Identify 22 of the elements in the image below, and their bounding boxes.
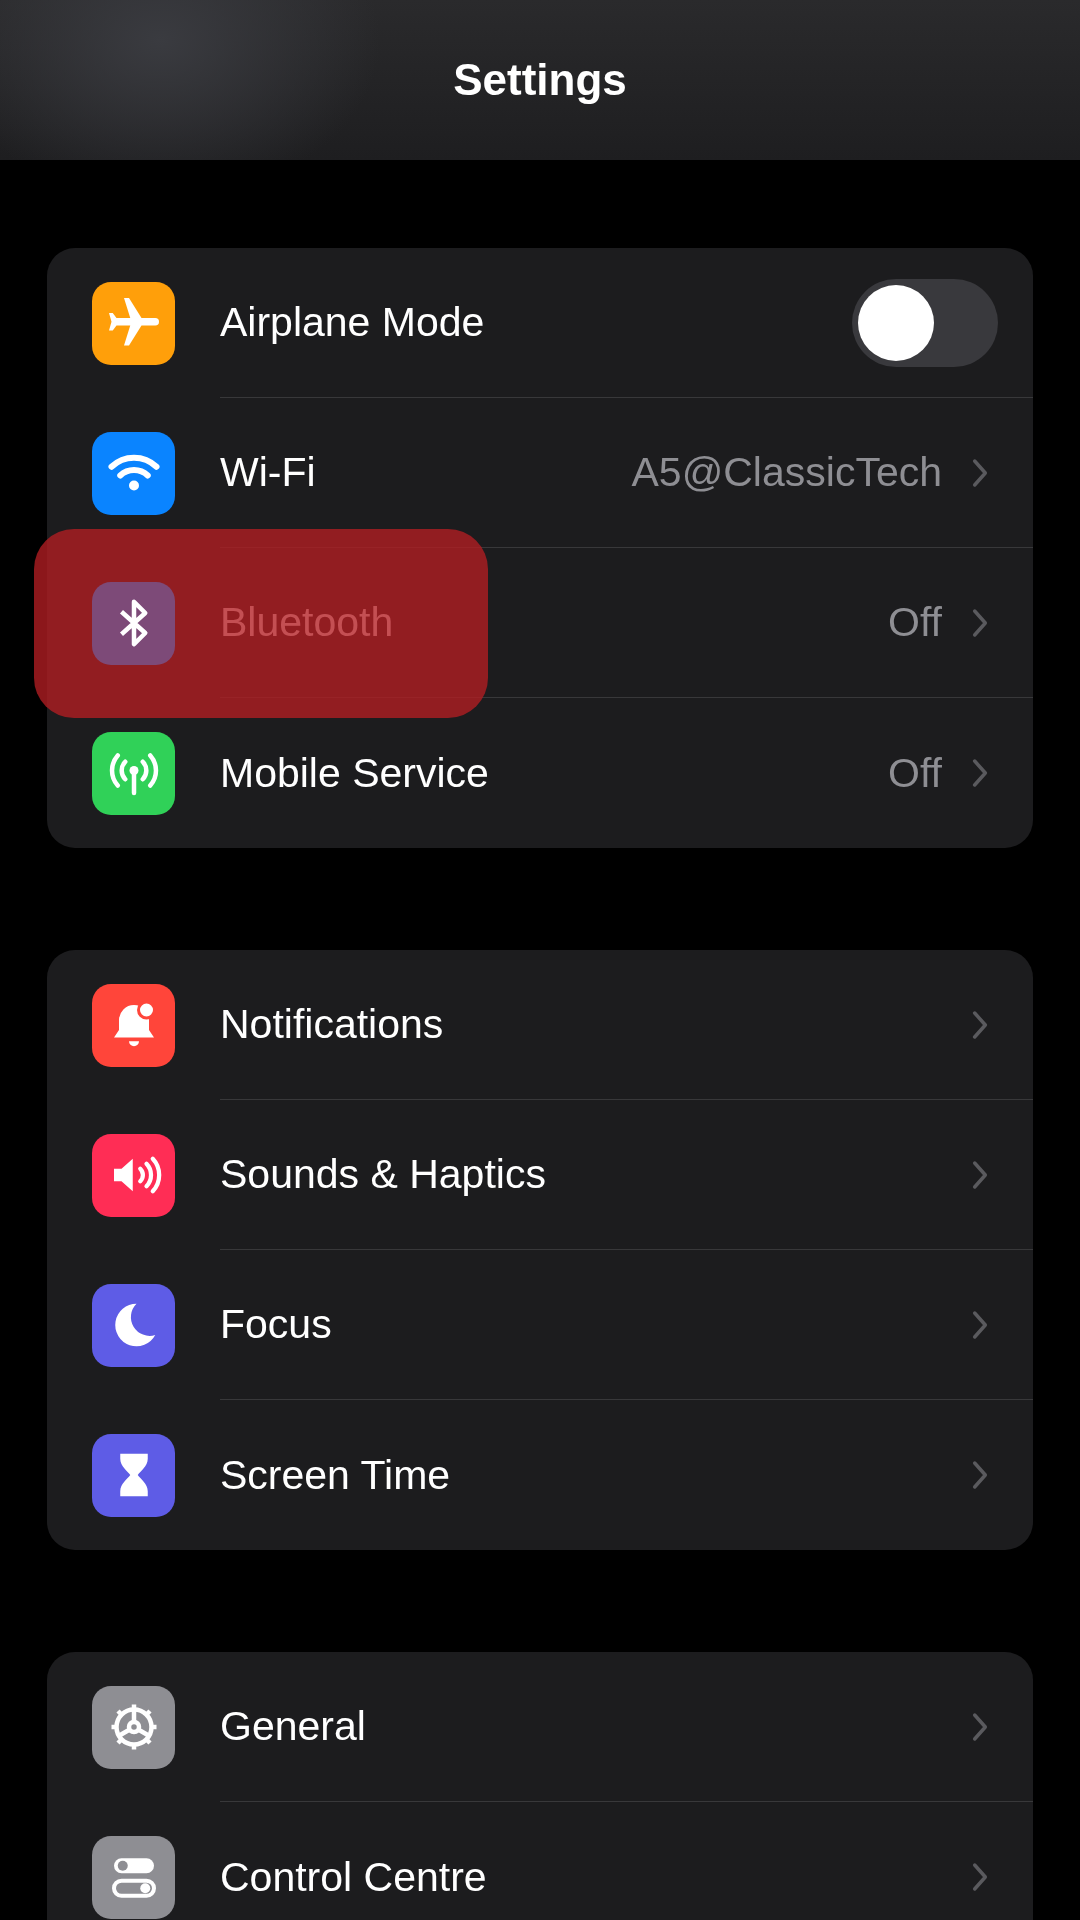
- setting-label[interactable]: Sounds & Haptics: [220, 1151, 972, 1198]
- chevron-icon: [972, 457, 988, 488]
- page-title: Settings: [453, 55, 627, 105]
- setting-value: Off: [888, 599, 942, 646]
- chevron-icon: [972, 1711, 988, 1742]
- setting-label[interactable]: Screen Time: [220, 1451, 972, 1499]
- setting-label[interactable]: General: [220, 1703, 972, 1750]
- chevron-icon: [972, 607, 988, 638]
- chevron-icon: [972, 1862, 988, 1892]
- chevron-icon: [972, 1460, 988, 1490]
- setting-label[interactable]: Notifications: [220, 1001, 972, 1048]
- chevron-icon: [972, 1159, 988, 1190]
- setting-label[interactable]: Focus: [220, 1301, 972, 1348]
- setting-label[interactable]: Mobile Service: [220, 749, 889, 797]
- setting-label[interactable]: Wi-Fi: [220, 449, 632, 496]
- setting-value: Off: [888, 749, 942, 797]
- setting-label[interactable]: Airplane Mode: [220, 299, 852, 346]
- setting-label[interactable]: Control Centre: [220, 1853, 972, 1901]
- chevron-icon: [972, 758, 988, 788]
- chevron-icon: [972, 1309, 988, 1340]
- setting-value: A5@ClassicTech: [631, 449, 942, 496]
- chevron-icon: [972, 1009, 988, 1040]
